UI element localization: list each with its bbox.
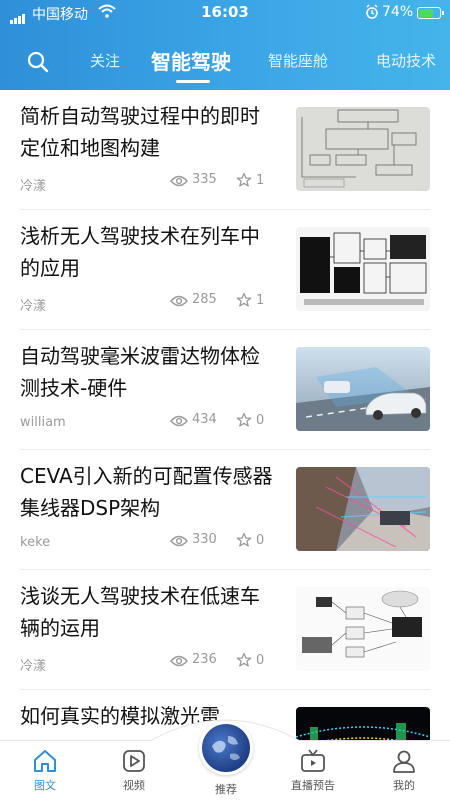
article-thumbnail[interactable] bbox=[296, 227, 430, 311]
article-author: keke bbox=[20, 535, 51, 550]
alarm-icon bbox=[365, 4, 379, 24]
eye-icon bbox=[170, 655, 188, 667]
star-icon bbox=[236, 532, 252, 547]
eye-icon bbox=[170, 415, 188, 427]
article-title[interactable]: 自动驾驶毫米波雷达物体检测技术-硬件 bbox=[20, 340, 278, 404]
article-thumbnail[interactable] bbox=[296, 707, 430, 740]
battery-icon bbox=[417, 7, 444, 19]
tv-icon bbox=[301, 749, 325, 772]
eye-icon bbox=[170, 535, 188, 547]
star-icon bbox=[236, 652, 252, 667]
tab-mine[interactable]: 我的 bbox=[369, 747, 439, 793]
star-icon bbox=[236, 412, 252, 427]
article-card[interactable]: 自动驾驶毫米波雷达物体检测技术-硬件 william 434 0 bbox=[0, 330, 450, 450]
tab-label: 直播预告 bbox=[291, 779, 335, 792]
tab-graphic[interactable]: 图文 bbox=[10, 747, 80, 793]
top-header: 中国移动 16:03 74% 关注 智能驾驶 智能座舱 电动技术 bbox=[0, 0, 450, 90]
tab-live-preview[interactable]: 直播预告 bbox=[278, 747, 348, 793]
tab-smart-driving[interactable]: 智能驾驶 bbox=[151, 46, 231, 75]
article-feed[interactable]: 简析自动驾驶过程中的即时定位和地图构建 冷漾 335 1 浅析无人驾驶技术在列车… bbox=[0, 90, 450, 740]
star-icon bbox=[236, 172, 252, 187]
view-count: 330 bbox=[170, 532, 217, 547]
tab-label: 视频 bbox=[123, 779, 145, 792]
battery-percent: 74% bbox=[382, 4, 414, 20]
article-title[interactable]: CEVA引入新的可配置传感器集线器DSP架构 bbox=[20, 460, 278, 524]
article-author: william bbox=[20, 415, 66, 430]
tab-label: 图文 bbox=[34, 779, 56, 792]
globe-icon[interactable] bbox=[199, 721, 253, 775]
article-title[interactable]: 浅析无人驾驶技术在列车中的应用 bbox=[20, 220, 278, 284]
article-thumbnail[interactable] bbox=[296, 467, 430, 551]
active-tab-indicator bbox=[176, 80, 210, 83]
article-author: 冷漾 bbox=[20, 299, 47, 314]
tab-follow[interactable]: 关注 bbox=[90, 50, 120, 71]
play-icon bbox=[123, 750, 145, 772]
status-bar: 中国移动 16:03 74% bbox=[0, 0, 450, 26]
view-count: 236 bbox=[170, 652, 217, 667]
article-thumbnail[interactable] bbox=[296, 347, 430, 431]
tab-video[interactable]: 视频 bbox=[99, 747, 169, 793]
user-icon bbox=[393, 750, 415, 773]
tab-smart-cockpit[interactable]: 智能座舱 bbox=[268, 50, 328, 71]
article-title[interactable]: 简析自动驾驶过程中的即时定位和地图构建 bbox=[20, 100, 278, 164]
view-count: 335 bbox=[170, 172, 217, 187]
article-card[interactable]: 浅谈无人驾驶技术在低速车辆的运用 冷漾 236 0 bbox=[0, 570, 450, 690]
eye-icon bbox=[170, 295, 188, 307]
article-card[interactable]: 简析自动驾驶过程中的即时定位和地图构建 冷漾 335 1 bbox=[0, 90, 450, 210]
article-author: 冷漾 bbox=[20, 179, 47, 194]
article-title[interactable]: 浅谈无人驾驶技术在低速车辆的运用 bbox=[20, 580, 278, 644]
tab-recommend[interactable]: 推荐 bbox=[190, 781, 262, 797]
view-count: 285 bbox=[170, 292, 217, 307]
article-thumbnail[interactable] bbox=[296, 587, 430, 671]
eye-icon bbox=[170, 175, 188, 187]
search-icon[interactable] bbox=[26, 50, 50, 74]
article-card[interactable]: 浅析无人驾驶技术在列车中的应用 冷漾 285 1 bbox=[0, 210, 450, 330]
like-count[interactable]: 1 bbox=[236, 172, 264, 188]
view-count: 434 bbox=[170, 412, 217, 427]
like-count[interactable]: 1 bbox=[236, 292, 264, 308]
tab-electric-tech[interactable]: 电动技术 bbox=[376, 50, 436, 71]
tab-label: 我的 bbox=[393, 779, 415, 792]
like-count[interactable]: 0 bbox=[236, 652, 264, 668]
article-thumbnail[interactable] bbox=[296, 107, 430, 191]
article-author: 冷漾 bbox=[20, 659, 47, 674]
article-card[interactable]: CEVA引入新的可配置传感器集线器DSP架构 keke 330 0 bbox=[0, 450, 450, 570]
like-count[interactable]: 0 bbox=[236, 412, 264, 428]
home-icon bbox=[34, 750, 56, 772]
star-icon bbox=[236, 292, 252, 307]
like-count[interactable]: 0 bbox=[236, 532, 264, 548]
bottom-tab-bar: 图文 视频 推荐 直播预告 我的 bbox=[0, 719, 450, 800]
